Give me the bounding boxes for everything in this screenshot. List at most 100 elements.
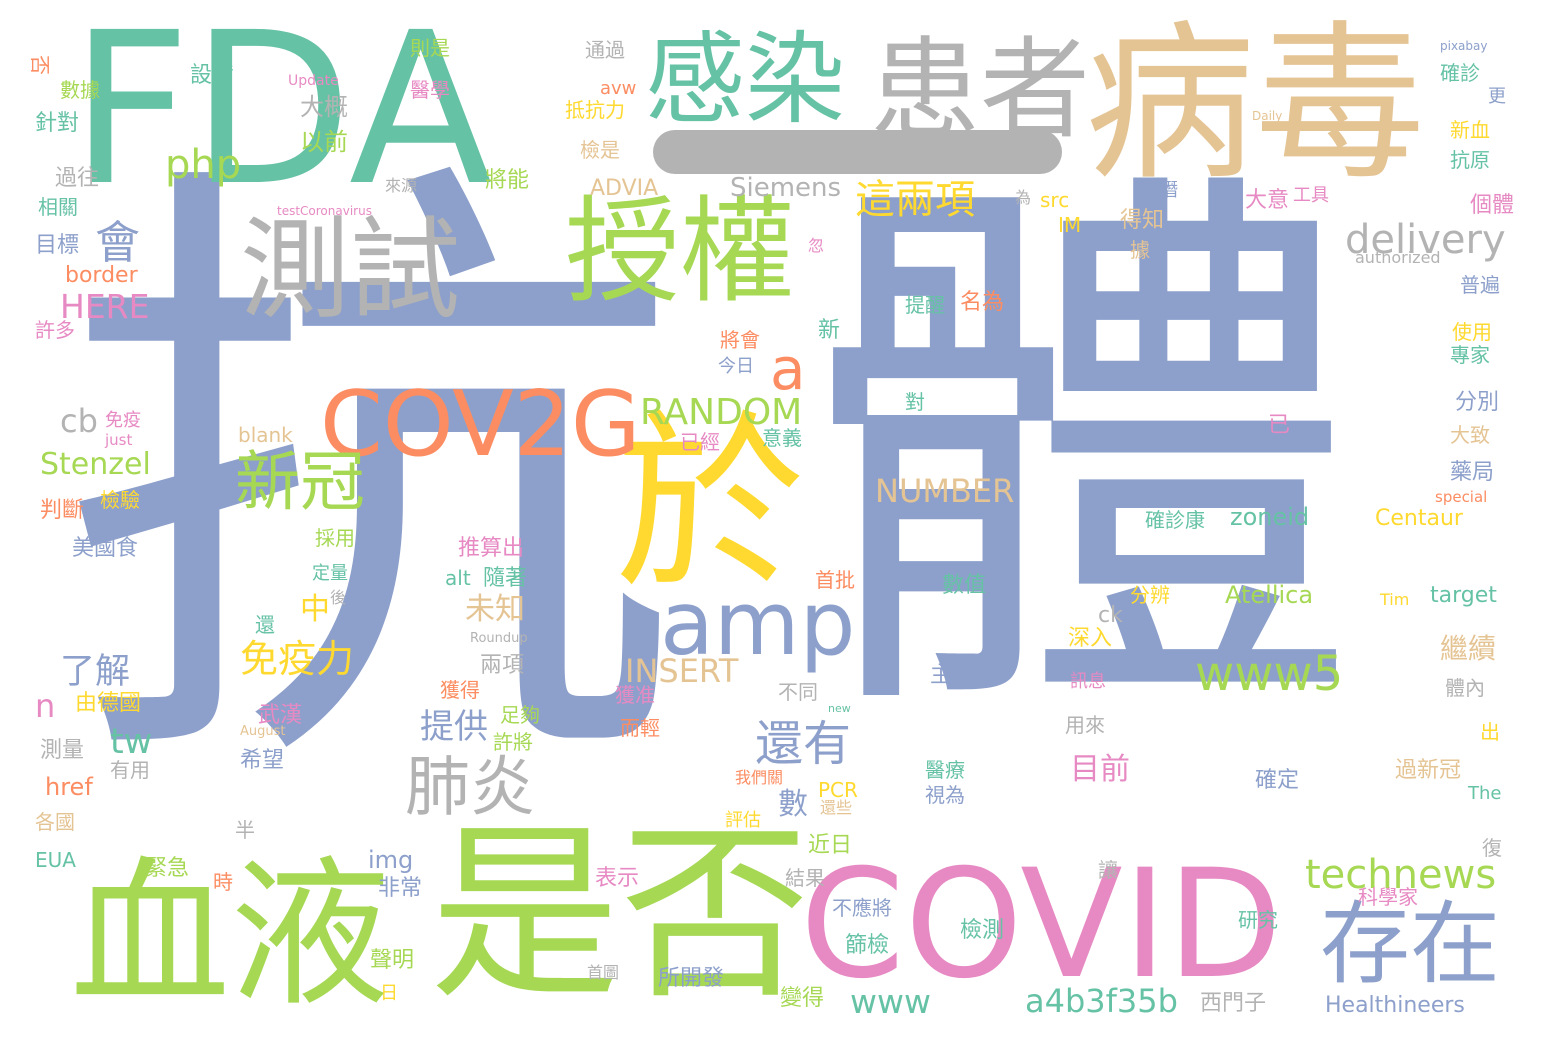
cloud-word: a4b3f35b <box>1025 982 1178 1020</box>
cloud-word: 不應將 <box>832 896 892 920</box>
cloud-word: 還 <box>255 613 275 637</box>
cloud-word: 肺炎 <box>405 750 536 825</box>
cloud-word: 測試 <box>240 206 460 334</box>
cloud-word: www <box>850 982 931 1021</box>
cloud-word: 新冠 <box>235 445 366 520</box>
cloud-word: 普遍 <box>1460 273 1500 297</box>
cloud-word: pixabay <box>1440 39 1488 53</box>
cloud-word: n <box>35 687 56 725</box>
cloud-word: 得知 <box>1120 208 1165 233</box>
cloud-word: 會 <box>95 216 141 269</box>
cloud-word: 獲准 <box>615 683 655 707</box>
cloud-word: 則是 <box>410 36 450 60</box>
cloud-word: 是否 <box>430 804 811 1025</box>
cloud-word: 據 <box>1130 238 1150 262</box>
cloud-word: 大意 <box>1245 188 1290 213</box>
cloud-word: 隨著 <box>483 566 528 591</box>
cloud-word: 名為 <box>960 290 1005 315</box>
cloud-word: 所開發 <box>658 966 725 991</box>
cloud-word: 由德國 <box>75 691 142 716</box>
cloud-word: 足夠 <box>500 703 540 727</box>
cloud-word: 分辨 <box>1130 583 1170 607</box>
cloud-word: 抵抗力 <box>565 98 625 122</box>
cloud-word: 深入 <box>1068 626 1113 651</box>
cloud-word: 數據 <box>60 78 100 102</box>
cloud-word: 以前 <box>300 128 348 156</box>
cloud-word: 過新冠 <box>1395 758 1462 783</box>
cloud-word: 意義 <box>762 426 802 450</box>
cloud-word: 還有 <box>755 716 852 772</box>
cloud-word: src <box>1040 188 1070 212</box>
cloud-word: The <box>1468 783 1502 804</box>
cloud-word: 將能 <box>485 168 530 193</box>
cloud-word: 藥局 <box>1450 460 1495 485</box>
cloud-word: 授權 <box>565 185 796 319</box>
cloud-word: COV2G <box>320 372 641 477</box>
cloud-word: php <box>165 142 242 188</box>
cloud-word: 中 <box>300 592 330 627</box>
cloud-word: 將會 <box>720 328 760 352</box>
cloud-word: Healthineers <box>1325 993 1465 1018</box>
cloud-word: 復 <box>1482 836 1502 860</box>
cloud-word: 感染 <box>645 21 845 138</box>
cloud-word: 時 <box>213 870 233 894</box>
cloud-word: 後 <box>330 588 347 607</box>
cloud-word: 了解 <box>60 652 131 692</box>
cloud-word: a <box>770 335 806 403</box>
cloud-word: 主要 <box>930 663 975 688</box>
cloud-word: 美國食 <box>72 536 139 561</box>
cloud-word: 兩項 <box>480 653 525 678</box>
cloud-word: 大致 <box>1450 423 1490 447</box>
cloud-word: 科學家 <box>1358 885 1418 909</box>
cloud-word: 患者 <box>870 26 1090 154</box>
cloud-word: Atellica <box>1225 581 1314 609</box>
cloud-word: IM <box>1058 213 1082 237</box>
cloud-word: 表示 <box>595 866 640 891</box>
cloud-word: 讓 <box>1098 858 1118 882</box>
cloud-word: 檢測 <box>960 918 1005 943</box>
cloud-word: 確診康 <box>1145 508 1205 532</box>
cloud-word: 目標 <box>35 233 80 258</box>
cloud-word: 還些 <box>820 798 853 817</box>
cloud-word: 定量 <box>312 563 348 584</box>
cloud-word: 確定 <box>1255 768 1300 793</box>
cloud-word: 相關 <box>38 195 78 219</box>
cloud-word: border <box>65 263 138 288</box>
cloud-word: NUMBER <box>875 472 1015 510</box>
cloud-word: 醫學 <box>410 78 450 102</box>
cloud-word: 潛 <box>1160 180 1178 201</box>
cloud-word: 判斷 <box>40 498 85 523</box>
cloud-word: 數 <box>778 787 808 822</box>
cloud-word: authorized <box>1355 248 1441 267</box>
cloud-word: 過往 <box>55 166 100 191</box>
cloud-word: 測量 <box>40 738 85 763</box>
cloud-word: 工具 <box>1293 185 1329 206</box>
cloud-word: 結果 <box>785 866 825 890</box>
cloud-word: 專家 <box>1450 343 1490 367</box>
cloud-word: 首圖 <box>587 963 620 982</box>
cloud-word: 今日 <box>718 356 754 377</box>
cloud-word: 採用 <box>315 526 355 550</box>
cloud-word: Siemens <box>730 173 842 203</box>
cloud-word: 非常 <box>378 876 423 901</box>
cloud-word: new <box>828 702 851 715</box>
cloud-word: Tim <box>1380 590 1410 609</box>
cloud-word: 分別 <box>1455 390 1500 415</box>
cloud-word: 更 <box>1488 86 1506 107</box>
cloud-word: 近日 <box>808 833 853 858</box>
cloud-word: 大概 <box>300 93 348 121</box>
cloud-word: 用來 <box>1065 713 1105 737</box>
cloud-word: 推算出 <box>458 536 525 561</box>
cloud-word: 未知 <box>465 592 525 627</box>
cloud-word: EUA <box>35 848 76 872</box>
cloud-word: 提供 <box>420 707 488 747</box>
cloud-word: 忽 <box>808 236 825 255</box>
word-cloud: 抗體 FDA 病毒 患者 感染 授權 測試於是否 血液 COVID 存在 COV2G amp 新冠 肺炎 p… <box>0 0 1548 1052</box>
cloud-word: just <box>105 431 133 449</box>
cloud-word: 訊息 <box>1070 671 1106 692</box>
cloud-word: cb <box>60 402 98 440</box>
cloud-word: 針對 <box>35 111 80 136</box>
cloud-word: tw <box>110 722 153 762</box>
cloud-word: 已 <box>1268 413 1291 438</box>
cloud-word: avw <box>600 78 637 99</box>
